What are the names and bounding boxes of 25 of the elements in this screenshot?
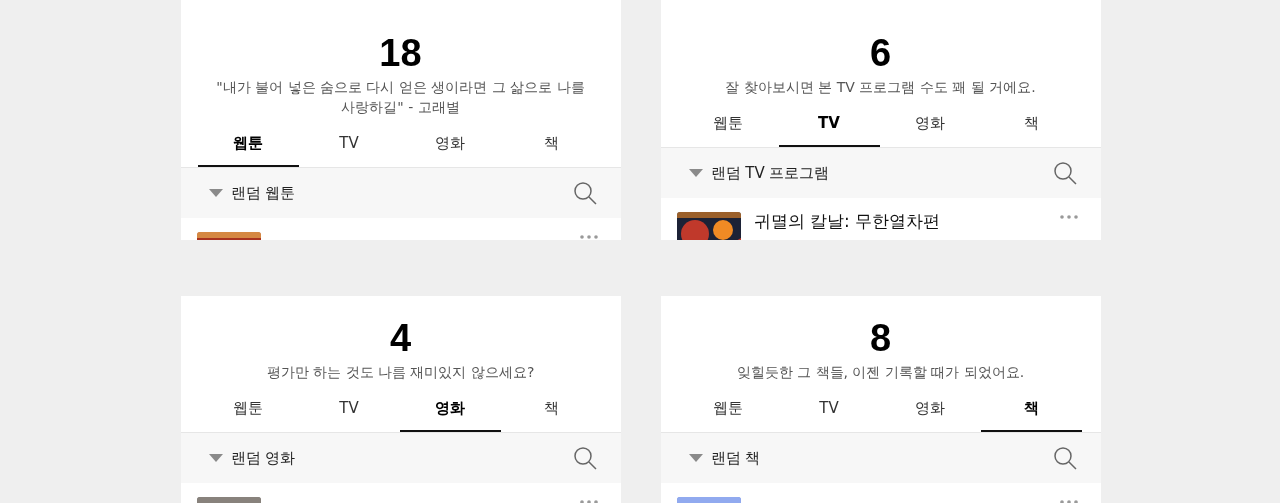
- section-title: 랜덤 웹툰: [230, 183, 297, 203]
- tab[interactable]: 영화: [879, 101, 981, 147]
- tab[interactable]: 책: [980, 101, 1082, 147]
- section-title: 랜덤 TV 프로그램: [710, 163, 831, 183]
- tab[interactable]: TV: [298, 386, 400, 432]
- message: 잘 찾아보시면 본 TV 프로그램 수도 꽤 될 거에요.: [724, 78, 1037, 97]
- count: 6: [868, 31, 893, 75]
- count: 8: [868, 316, 893, 360]
- tab[interactable]: TV: [778, 386, 880, 432]
- tab[interactable]: 웹툰: [677, 386, 779, 432]
- tab[interactable]: 책: [500, 386, 602, 432]
- section-title: 랜덤 책: [710, 448, 762, 468]
- tab[interactable]: 웹툰: [197, 386, 299, 432]
- count: 18: [378, 31, 423, 75]
- message: 평가만 하는 것도 나름 재미있지 않으세요?: [265, 363, 536, 382]
- tab[interactable]: 웹툰: [677, 101, 779, 147]
- tab[interactable]: 영화: [399, 121, 501, 167]
- section-title: 랜덤 영화: [230, 448, 297, 468]
- tab[interactable]: 영화: [879, 386, 981, 432]
- tab[interactable]: 책: [500, 121, 602, 167]
- tab[interactable]: TV: [298, 121, 400, 167]
- message: 잊힐듯한 그 책들, 이젠 기록할 때가 되었어요.: [735, 363, 1026, 382]
- count: 4: [388, 316, 413, 360]
- item-title[interactable]: 귀멸의 칼날: 무한열차편: [753, 211, 1046, 231]
- message: "내가 불어 넣은 숨으로 다시 얻은 생이라면 그 삶으로 나를 사랑하길" - 고래별: [215, 78, 586, 117]
